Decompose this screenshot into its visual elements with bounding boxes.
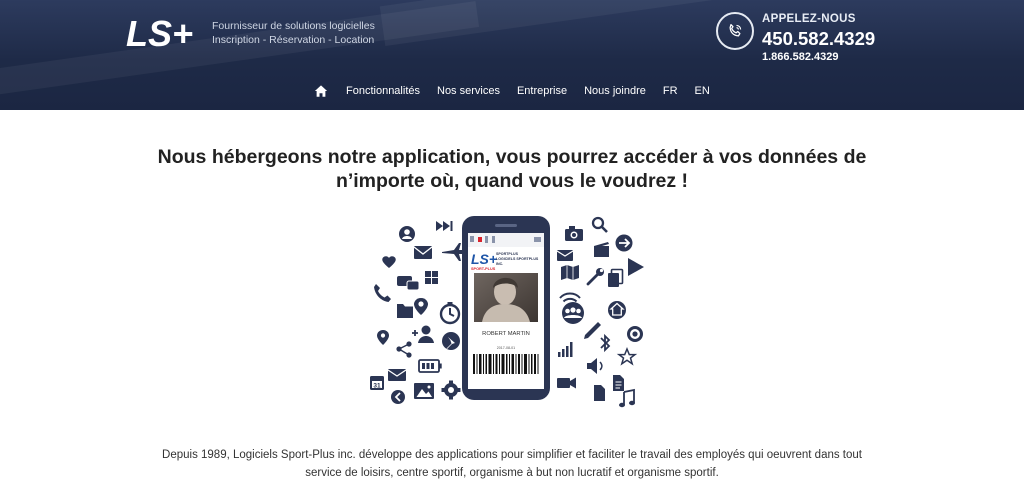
headline-line-2: n’importe où, quand vous le voudrez !	[335, 170, 689, 192]
intro-paragraph: Depuis 1989, Logiciels Sport-Plus inc. d…	[140, 446, 884, 482]
card-logo-sub: SPORT-PLUS	[471, 267, 496, 271]
card-company-line-1: SPORTPLUS	[496, 252, 519, 256]
phone-card-logo: LS+ SPORT-PLUS	[471, 251, 497, 271]
settings-gear-icon	[441, 380, 461, 400]
heart-icon	[382, 256, 396, 268]
fast-forward-icon	[436, 221, 453, 231]
page-icon	[613, 375, 624, 391]
nav-item-nos-services[interactable]: Nos services	[437, 85, 500, 97]
home-outline-icon	[608, 301, 626, 319]
member-name: ROBERT MARTIN	[482, 331, 530, 337]
main-navigation: Fonctionnalités Nos services Entreprise …	[314, 83, 727, 99]
email-envelope-icon	[413, 246, 433, 259]
image-icon	[414, 383, 434, 399]
envelope-icon	[556, 250, 574, 261]
chat-bubbles-icon	[397, 276, 420, 291]
ls-plus-logo[interactable]: LS+	[126, 12, 204, 52]
user-circle-icon	[399, 226, 415, 242]
music-note-icon	[619, 388, 635, 408]
main-phone-number[interactable]: 450.582.4329	[762, 28, 875, 50]
phone-handset-icon	[729, 23, 742, 37]
wrench-icon	[586, 268, 604, 286]
forward-arrow-icon	[615, 234, 633, 252]
site-header: LS+ Fournisseur de solutions logicielles…	[0, 0, 1024, 110]
tagline: Fournisseur de solutions logicielles Ins…	[212, 20, 375, 47]
magnifier-icon	[591, 216, 608, 233]
camera-icon	[565, 226, 583, 241]
intro-line-1: Depuis 1989, Logiciels Sport-Plus inc. d…	[162, 449, 862, 461]
nav-item-fr[interactable]: FR	[663, 85, 678, 97]
toll-free-phone-number[interactable]: 1.866.582.4329	[762, 51, 838, 63]
signal-bars-icon	[558, 342, 573, 357]
calendar-icon: 31	[370, 376, 384, 390]
back-arrow-icon	[391, 390, 405, 404]
card-company-line-3: INC.	[496, 262, 503, 266]
file-icon	[594, 385, 605, 401]
target-icon	[627, 326, 643, 342]
hosted-app-illustration: LS+ SPORT-PLUS SPORTPLUS LOGICIELS SPORT…	[370, 216, 644, 408]
mail-icon	[387, 369, 407, 381]
nav-item-nous-joindre[interactable]: Nous joindre	[584, 85, 646, 97]
add-user-icon	[412, 325, 434, 343]
card-company-line-2: LOGICIELS SPORTPLUS	[496, 257, 539, 261]
location-marker-icon	[377, 330, 389, 345]
home-icon[interactable]	[314, 84, 328, 98]
grid-tiles-icon	[425, 271, 438, 284]
svg-text:31: 31	[373, 383, 381, 390]
nav-item-entreprise[interactable]: Entreprise	[517, 85, 567, 97]
video-camera-icon	[557, 377, 576, 389]
member-photo	[474, 273, 538, 322]
documents-icon	[608, 268, 624, 287]
card-logo-letters: LS+	[471, 251, 497, 267]
group-icon	[562, 302, 584, 324]
page-headline: Nous hébergeons notre application, vous …	[0, 145, 1024, 193]
speaker-icon	[587, 358, 603, 374]
folder-icon	[397, 304, 413, 318]
bluetooth-icon	[600, 333, 611, 353]
tagline-line-2: Inscription - Réservation - Location	[212, 33, 375, 46]
logo-letters: LS+	[126, 13, 193, 52]
headline-line-1: Nous hébergeons notre application, vous …	[157, 146, 867, 168]
nav-item-en[interactable]: EN	[695, 85, 710, 97]
clapperboard-icon	[594, 242, 609, 257]
map-icon	[561, 265, 579, 280]
tagline-line-1: Fournisseur de solutions logicielles	[212, 20, 375, 32]
member-date: 2017-08-01	[497, 346, 515, 350]
pen-icon	[584, 322, 601, 339]
intro-line-2: service de loisirs, centre sportif, orga…	[305, 467, 719, 479]
phone-icon[interactable]	[716, 12, 754, 50]
share-icon	[396, 341, 412, 358]
star-icon	[616, 347, 638, 366]
phone-handset-icon	[374, 284, 391, 302]
battery-icon	[418, 359, 442, 373]
map-pin-icon	[414, 298, 428, 315]
timer-icon	[439, 302, 461, 325]
nav-item-fonctionnalites[interactable]: Fonctionnalités	[346, 85, 420, 97]
pushpin-icon	[442, 332, 460, 350]
call-us-label: APPELEZ-NOUS	[762, 13, 856, 25]
play-icon	[628, 258, 644, 276]
